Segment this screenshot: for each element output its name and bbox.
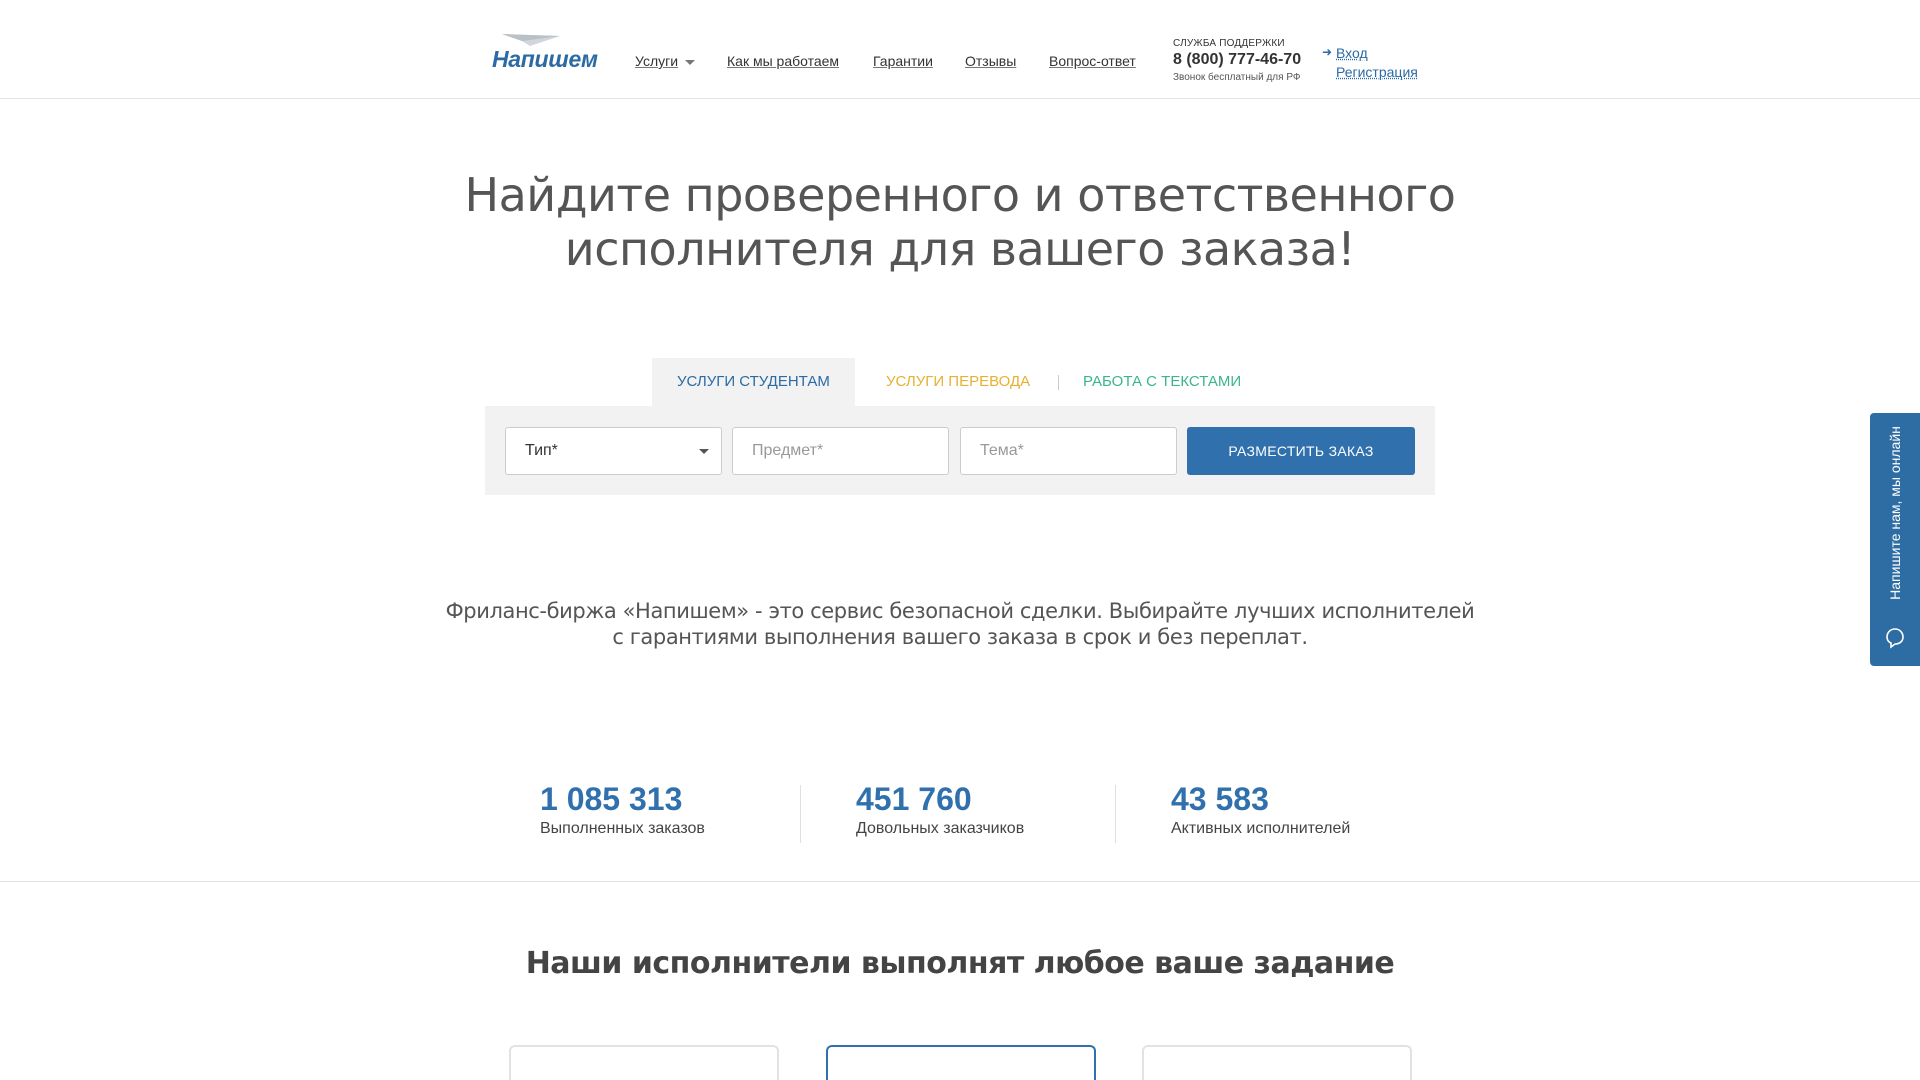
chat-widget-text: Напишите нам, мы онлайн (1887, 426, 1903, 600)
hero-title: Найдите проверенного и ответственного ис… (360, 168, 1560, 276)
support-block: СЛУЖБА ПОДДЕРЖКИ 8 (800) 777-46-70 Звоно… (1173, 38, 1301, 83)
place-order-button[interactable]: РАЗМЕСТИТЬ ЗАКАЗ (1187, 427, 1415, 475)
logo[interactable]: Напишем (492, 30, 598, 74)
support-note: Звонок бесплатный для РФ (1173, 72, 1301, 83)
nav-item-services-label: Услуги (635, 53, 679, 69)
nav-item-how-we-work[interactable]: Как мы работаем (727, 53, 839, 69)
stat-active-performers: 43 583 Активных исполнителей (1171, 780, 1350, 838)
section-title: Наши исполнители выполнят любое ваше зад… (525, 946, 1395, 981)
chevron-down-icon (699, 449, 709, 454)
register-link[interactable]: Регистрация (1336, 63, 1418, 82)
nav-item-reviews[interactable]: Отзывы (965, 53, 1016, 69)
order-form: Тип* Предмет* Тема* РАЗМЕСТИТЬ ЗАКАЗ (485, 406, 1435, 495)
tab-separator (1058, 375, 1059, 390)
stat-happy-customers: 451 760 Довольных заказчиков (856, 780, 1024, 838)
chevron-down-icon (685, 59, 696, 65)
topic-input[interactable]: Тема* (960, 427, 1177, 475)
tab-student-services[interactable]: УСЛУГИ СТУДЕНТАМ (652, 358, 855, 406)
service-card[interactable] (509, 1045, 779, 1080)
hero-title-line1: Найдите проверенного и ответственного (464, 168, 1456, 222)
login-link[interactable]: Вход (1336, 44, 1418, 63)
hero-title-line2: исполнителя для вашего заказа! (564, 222, 1356, 276)
lead-line2: с гарантиями выполнения вашего заказа в … (612, 625, 1308, 649)
chat-bubble-icon (1886, 628, 1904, 649)
stats-block: 1 085 313 Выполненных заказов 451 760 До… (485, 780, 1435, 843)
type-select[interactable]: Тип* (505, 427, 722, 475)
stat-divider (800, 785, 801, 843)
stat-value: 43 583 (1171, 781, 1269, 817)
chat-widget-label: Напишите нам, мы онлайн (1870, 413, 1920, 613)
nav-item-guarantees[interactable]: Гарантии (873, 53, 933, 69)
type-select-value: Тип* (525, 442, 558, 459)
nav-item-services[interactable]: Услуги (635, 53, 696, 69)
nav-item-faq[interactable]: Вопрос-ответ (1049, 53, 1136, 69)
subject-input[interactable]: Предмет* (732, 427, 949, 475)
arrow-right-icon: ➜ (1322, 45, 1333, 59)
stat-completed-orders: 1 085 313 Выполненных заказов (540, 780, 705, 838)
stat-label: Выполненных заказов (540, 820, 705, 837)
service-card[interactable] (826, 1045, 1096, 1080)
tab-translation-services[interactable]: УСЛУГИ ПЕРЕВОДА (886, 358, 1030, 406)
section-divider (0, 881, 1920, 882)
lead-text: Фриланс-биржа «Напишем» - это сервис без… (360, 598, 1560, 650)
tab-text-work[interactable]: РАБОТА С ТЕКСТАМИ (1083, 358, 1241, 406)
stat-value: 451 760 (856, 781, 972, 817)
online-chat-widget[interactable]: Напишите нам, мы онлайн (1870, 413, 1920, 666)
stat-value: 1 085 313 (540, 781, 683, 817)
support-title: СЛУЖБА ПОДДЕРЖКИ (1173, 38, 1285, 49)
service-cards (0, 1045, 1920, 1080)
stat-label: Довольных заказчиков (856, 820, 1025, 837)
lead-line1: Фриланс-биржа «Напишем» - это сервис без… (445, 599, 1475, 623)
logo-text: Напишем (492, 46, 598, 72)
stat-label: Активных исполнителей (1171, 820, 1351, 837)
auth-links: ➜ Вход Регистрация (1322, 44, 1418, 82)
service-card[interactable] (1142, 1045, 1412, 1080)
site-header: Напишем Услуги Как мы работаем Гарантии … (0, 0, 1920, 99)
support-phone[interactable]: 8 (800) 777-46-70 (1173, 51, 1301, 69)
stat-divider (1115, 785, 1116, 843)
